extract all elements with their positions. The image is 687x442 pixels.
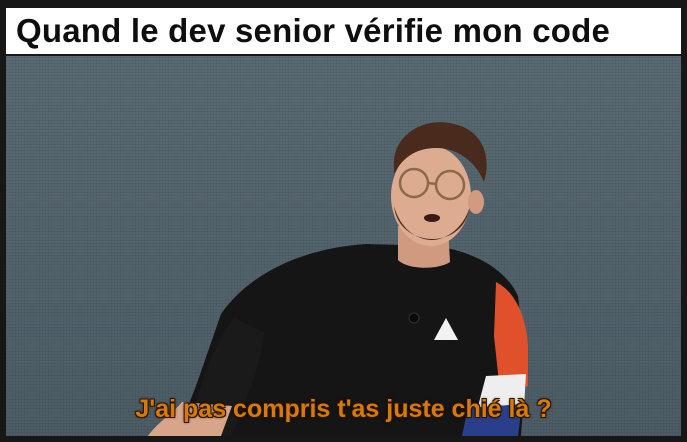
person-illustration (148, 122, 528, 436)
lapel-microphone-icon (408, 312, 420, 324)
meme-frame: Quand le dev senior vérifie mon code J'a… (0, 0, 687, 442)
mouth (424, 214, 440, 222)
top-caption-bar: Quand le dev senior vérifie mon code (6, 8, 681, 54)
subtitle: J'ai pas compris t'as juste chié là ? (135, 395, 552, 423)
ear (468, 190, 484, 214)
glasses-bridge (427, 181, 437, 186)
top-caption: Quand le dev senior vérifie mon code (16, 12, 611, 49)
video-still: J'ai pas compris t'as juste chié là ? (6, 56, 681, 436)
